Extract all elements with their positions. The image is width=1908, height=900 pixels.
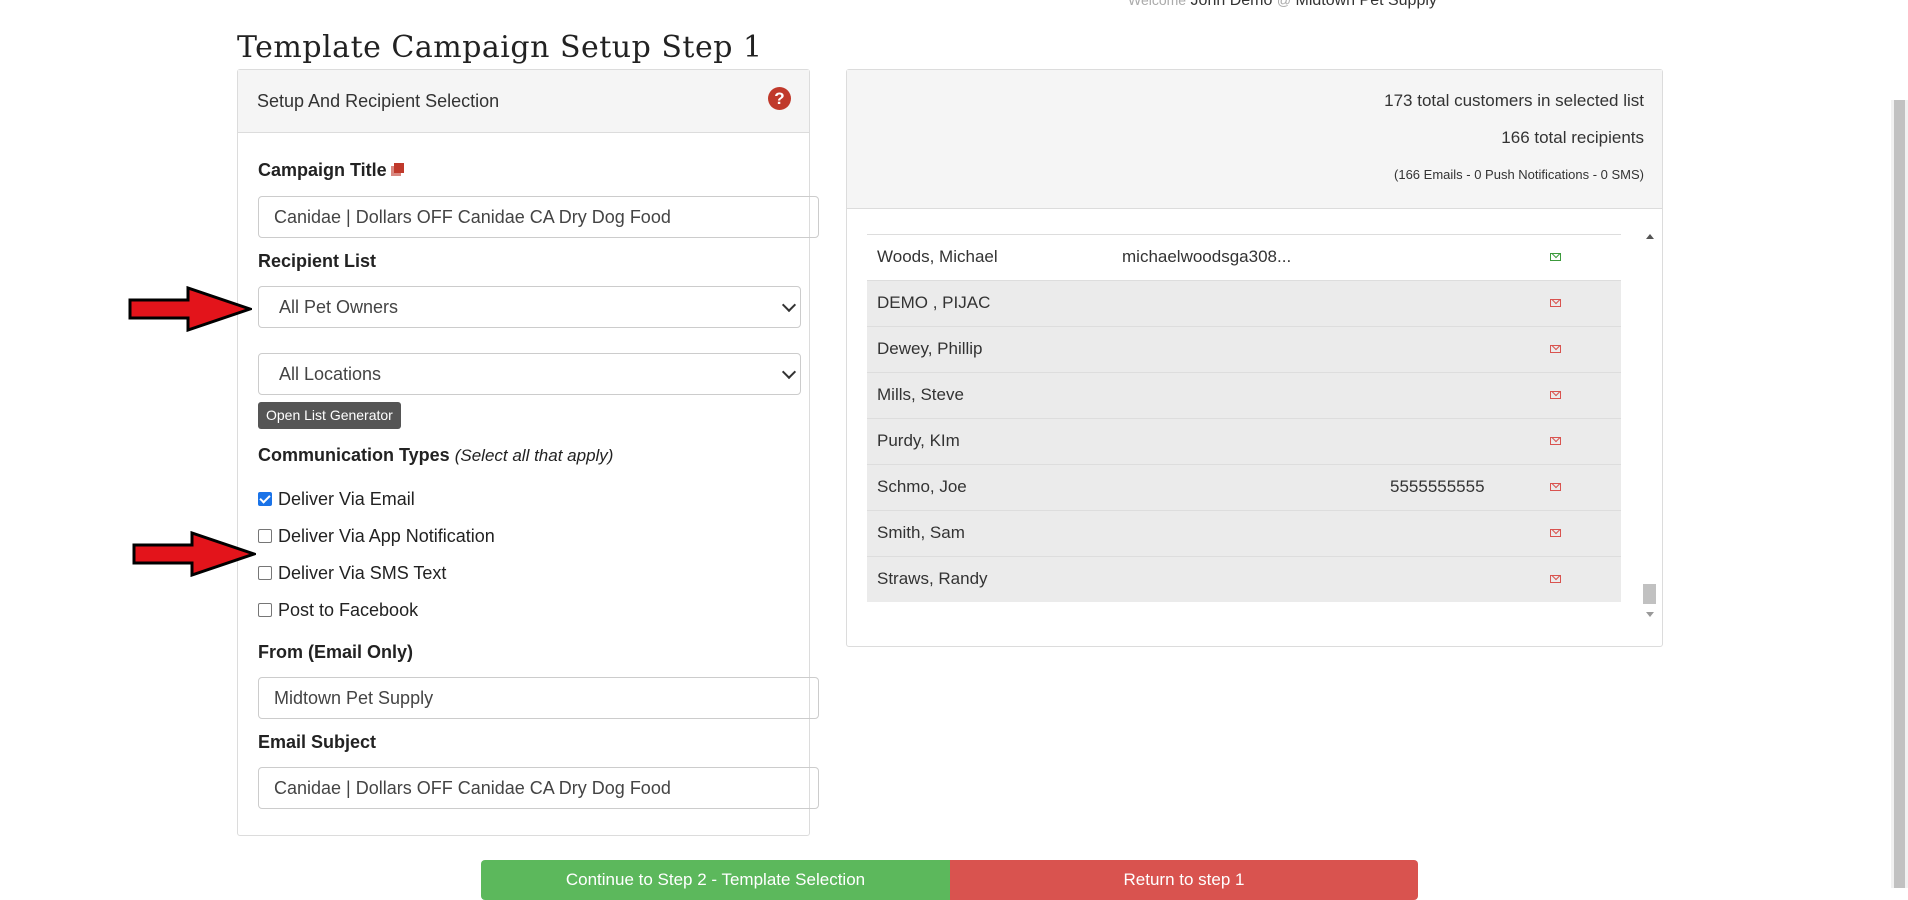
- chevron-down-icon: [781, 297, 797, 313]
- campaign-title-label-text: Campaign Title: [258, 160, 387, 180]
- comm-types-label-text: Communication Types: [258, 445, 450, 465]
- open-list-generator-button[interactable]: Open List Generator: [258, 402, 401, 429]
- at-symbol: @: [1276, 0, 1292, 8]
- red-arrow-annotation: [128, 286, 252, 332]
- envelope-icon: [1550, 299, 1561, 307]
- email-subject-label: Email Subject: [258, 732, 377, 752]
- copy-icon[interactable]: [390, 163, 405, 177]
- table-row[interactable]: Purdy, KIm: [867, 418, 1621, 464]
- recipient-email: michaelwoodsga308...: [1122, 247, 1292, 266]
- recipient-breakdown: (166 Emails - 0 Push Notifications - 0 S…: [1394, 167, 1644, 182]
- return-step1-button[interactable]: Return to step 1: [950, 860, 1418, 900]
- from-label: From (Email Only): [258, 642, 414, 662]
- deliver-sms-option[interactable]: Deliver Via SMS Text: [258, 563, 446, 584]
- from-input[interactable]: Midtown Pet Supply: [258, 677, 819, 719]
- recipients-summary: 173 total customers in selected list 166…: [847, 70, 1662, 209]
- scroll-up-icon[interactable]: [1646, 234, 1654, 239]
- recipient-list-select[interactable]: All Pet Owners: [258, 286, 801, 328]
- recipient-name: Schmo, Joe: [877, 477, 967, 496]
- recipients-panel: 173 total customers in selected list 166…: [846, 69, 1663, 647]
- table-row[interactable]: Woods, Michael michaelwoodsga308...: [867, 234, 1621, 280]
- deliver-email-label: Deliver Via Email: [278, 489, 415, 509]
- setup-panel-header: Setup And Recipient Selection ?: [238, 70, 809, 133]
- envelope-icon: [1550, 529, 1561, 537]
- store-name[interactable]: Midtown Pet Supply: [1296, 0, 1437, 9]
- table-row[interactable]: Dewey, Phillip: [867, 326, 1621, 372]
- post-facebook-option[interactable]: Post to Facebook: [258, 600, 418, 621]
- red-arrow-annotation: [132, 531, 256, 577]
- deliver-email-checkbox[interactable]: [258, 492, 272, 506]
- envelope-icon: [1550, 391, 1561, 399]
- table-row[interactable]: Smith, Sam: [867, 510, 1621, 556]
- recipient-name: Woods, Michael: [877, 247, 998, 266]
- recipient-name: Mills, Steve: [877, 385, 964, 404]
- recipient-list-value: All Pet Owners: [279, 297, 399, 317]
- recipient-name: Purdy, KIm: [877, 431, 960, 450]
- envelope-icon: [1550, 483, 1561, 491]
- table-row[interactable]: Schmo, Joe 5555555555: [867, 464, 1621, 510]
- envelope-icon: [1550, 345, 1561, 353]
- welcome-prefix: Welcome: [1128, 0, 1187, 8]
- campaign-title-input[interactable]: Canidae | Dollars OFF Canidae CA Dry Dog…: [258, 196, 819, 238]
- table-row[interactable]: DEMO , PIJAC: [867, 280, 1621, 326]
- scroll-thumb[interactable]: [1643, 584, 1656, 604]
- recipient-name: Dewey, Phillip: [877, 339, 983, 358]
- total-customers: 173 total customers in selected list: [1384, 91, 1644, 110]
- page-scroll-thumb[interactable]: [1894, 100, 1905, 888]
- deliver-sms-label: Deliver Via SMS Text: [278, 563, 447, 583]
- deliver-email-option[interactable]: Deliver Via Email: [258, 489, 415, 510]
- recipient-phone: 5555555555: [1390, 477, 1485, 496]
- scroll-down-icon[interactable]: [1646, 612, 1654, 617]
- recipient-list-label: Recipient List: [258, 251, 377, 271]
- recipient-name: Straws, Randy: [877, 569, 988, 588]
- envelope-icon: [1550, 437, 1561, 445]
- user-name[interactable]: John Demo: [1191, 0, 1273, 9]
- table-row[interactable]: Straws, Randy: [867, 556, 1621, 602]
- setup-panel: Setup And Recipient Selection ? Campaign…: [237, 69, 819, 836]
- table-row[interactable]: Mills, Steve: [867, 372, 1621, 418]
- continue-step2-button[interactable]: Continue to Step 2 - Template Selection: [481, 860, 950, 900]
- deliver-app-option[interactable]: Deliver Via App Notification: [258, 526, 495, 547]
- location-value: All Locations: [279, 364, 382, 384]
- post-facebook-label: Post to Facebook: [278, 600, 419, 620]
- envelope-icon: [1550, 253, 1561, 261]
- total-recipients: 166 total recipients: [1501, 128, 1644, 147]
- comm-types-hint: (Select all that apply): [454, 446, 614, 465]
- deliver-sms-checkbox[interactable]: [258, 566, 272, 580]
- page-title: Template Campaign Setup Step 1: [237, 30, 763, 65]
- post-facebook-checkbox[interactable]: [258, 603, 272, 617]
- recipient-name: DEMO , PIJAC: [877, 293, 991, 312]
- envelope-icon: [1550, 575, 1561, 583]
- recipient-name: Smith, Sam: [877, 523, 965, 542]
- chevron-down-icon: [781, 364, 797, 380]
- deliver-app-checkbox[interactable]: [258, 529, 272, 543]
- setup-panel-title: Setup And Recipient Selection: [257, 91, 500, 111]
- page-scrollbar[interactable]: [1891, 100, 1908, 888]
- recipient-list: Woods, Michael michaelwoodsga308... DEMO…: [867, 234, 1621, 602]
- location-select[interactable]: All Locations: [258, 353, 801, 395]
- comm-types-label: Communication Types (Select all that app…: [258, 445, 613, 466]
- help-icon[interactable]: ?: [768, 87, 791, 110]
- recipient-list-scrollbar[interactable]: [1641, 228, 1658, 623]
- deliver-app-label: Deliver Via App Notification: [278, 526, 495, 546]
- campaign-title-label: Campaign Title: [258, 160, 405, 181]
- welcome-bar: Welcome John Demo @ Midtown Pet Supply: [1128, 0, 1437, 10]
- email-subject-input[interactable]: Canidae | Dollars OFF Canidae CA Dry Dog…: [258, 767, 819, 809]
